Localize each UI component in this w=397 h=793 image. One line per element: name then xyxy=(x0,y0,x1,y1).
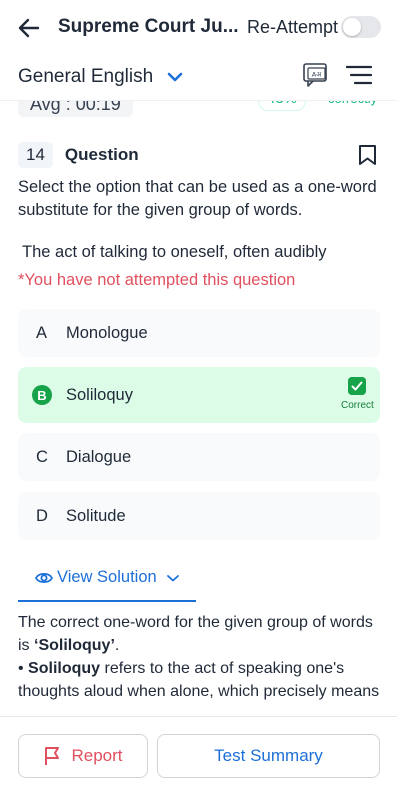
option-letter: A xyxy=(36,323,48,342)
stats-strip: Avg : 00:19 43% correctly xyxy=(0,100,397,130)
question-phrase: The act of talking to oneself, often aud… xyxy=(22,243,327,261)
question-header: 14 Question xyxy=(18,141,139,169)
back-arrow-icon[interactable] xyxy=(16,15,42,41)
subject-selector[interactable]: General English xyxy=(18,66,183,88)
chevron-down-icon xyxy=(166,574,179,581)
option-letter: C xyxy=(36,447,48,466)
reattempt-toggle[interactable] xyxy=(341,16,381,38)
question-number: 14 xyxy=(18,142,53,168)
filter-menu-icon[interactable] xyxy=(346,64,372,86)
option-c[interactable]: C Dialogue xyxy=(18,433,380,481)
subject-name: General English xyxy=(18,66,154,87)
view-solution-label: View Solution xyxy=(57,568,157,586)
page-title: Supreme Court Ju... xyxy=(58,16,239,37)
percent-correct-pill: 43% xyxy=(258,101,307,111)
bookmark-icon[interactable] xyxy=(358,144,377,166)
option-text: Solitude xyxy=(66,506,126,525)
test-summary-label: Test Summary xyxy=(214,746,323,765)
correct-badge-label: Correct xyxy=(341,400,374,411)
avg-time-pill: Avg : 00:19 xyxy=(18,101,133,117)
option-letter: D xyxy=(36,506,48,525)
check-icon xyxy=(348,377,366,395)
question-label: Question xyxy=(64,145,139,164)
option-text: Monologue xyxy=(66,323,148,342)
top-bar: Supreme Court Ju... Re-Attempt xyxy=(0,0,397,56)
view-solution-button[interactable]: View Solution xyxy=(35,568,181,587)
option-a[interactable]: A Monologue xyxy=(18,309,380,357)
solution-bullet: • Soliloquy refers to the act of speakin… xyxy=(18,657,380,703)
option-text: Dialogue xyxy=(66,447,132,466)
toggle-knob xyxy=(343,18,361,36)
language-toggle-icon[interactable]: Aअ xyxy=(302,61,330,89)
question-instruction: Select the option that can be used as a … xyxy=(18,178,377,219)
solution-answer: ‘Soliloquy’ xyxy=(34,637,115,654)
report-button[interactable]: Report xyxy=(18,734,148,778)
report-label: Report xyxy=(71,746,123,765)
correct-caption: correctly xyxy=(328,101,377,106)
solution-paragraph: The correct one-word for the given group… xyxy=(18,611,380,657)
solution-text: The correct one-word for the given group… xyxy=(18,611,380,705)
test-summary-button[interactable]: Test Summary xyxy=(157,734,380,778)
option-d[interactable]: D Solitude xyxy=(18,492,380,540)
option-letter: B xyxy=(32,385,52,405)
subject-row: General English xyxy=(0,56,397,100)
solution-text-post: . xyxy=(114,637,120,654)
attempt-status: *You have not attempted this question xyxy=(18,271,296,289)
bullet-icon: • xyxy=(18,660,29,677)
eye-icon xyxy=(35,572,53,583)
flag-icon xyxy=(45,747,60,765)
language-icon-text: Aअ xyxy=(312,71,322,79)
bullet-term: Soliloquy xyxy=(28,660,101,677)
option-b[interactable]: B Soliloquy Correct xyxy=(18,367,380,423)
reattempt-label: Re-Attempt xyxy=(247,17,339,37)
option-text: Soliloquy xyxy=(66,385,133,404)
chevron-down-icon xyxy=(167,72,183,82)
tab-underline xyxy=(18,600,196,602)
